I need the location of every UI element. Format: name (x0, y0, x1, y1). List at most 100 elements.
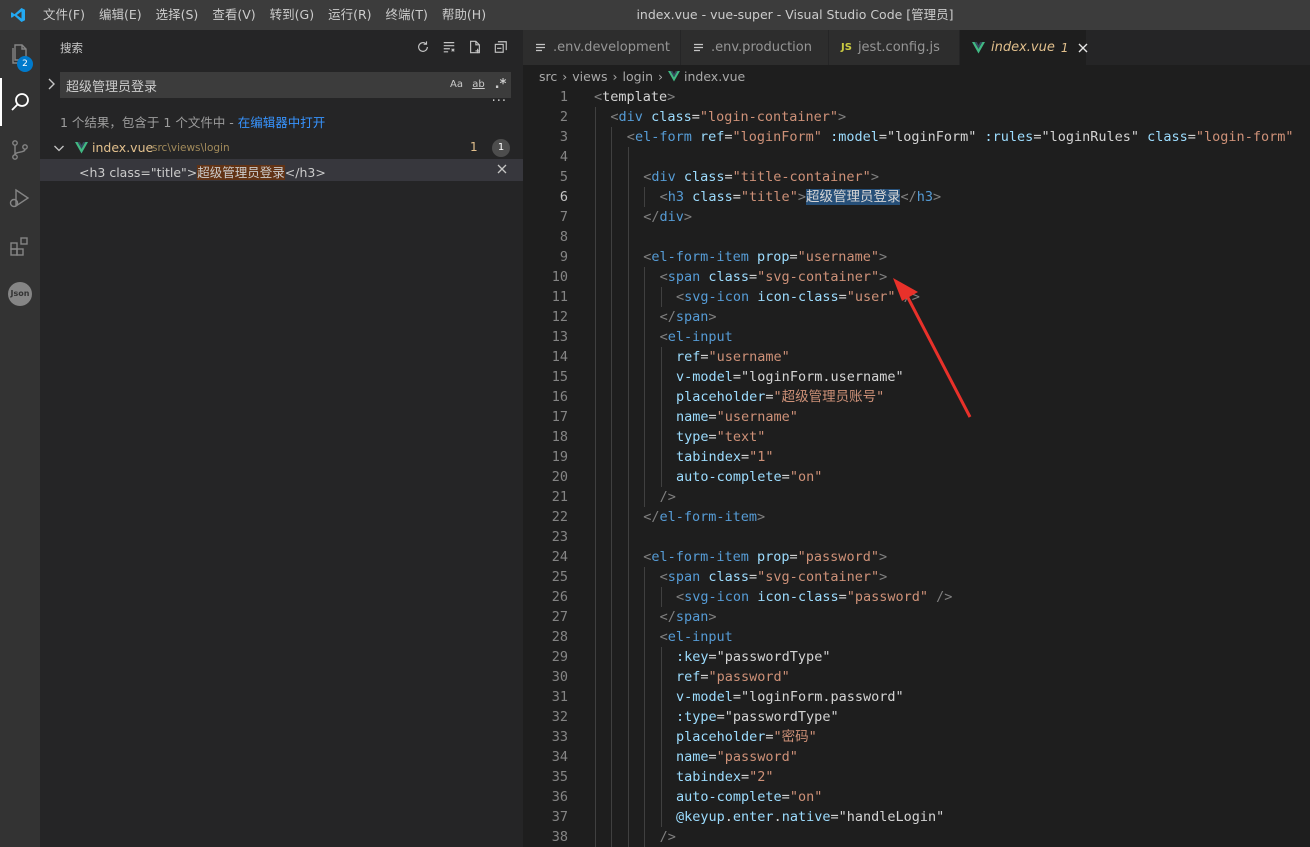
code-line[interactable]: 29:key="passwordType" (523, 647, 1310, 667)
indent-guide (644, 687, 646, 707)
breadcrumb-login[interactable]: login (623, 69, 653, 84)
code-line[interactable]: 16 placeholder="超级管理员账号" (523, 387, 1310, 407)
code-line[interactable]: 37 @keyup.enter.native="handleLogin" (523, 807, 1310, 827)
code-line[interactable]: 1 <template> (523, 87, 1310, 107)
dismiss-match-close-icon[interactable] (496, 163, 508, 179)
code-text: <div class="title-container"> (643, 169, 879, 185)
indent-guide (627, 307, 629, 327)
indent-guide (660, 787, 662, 807)
chevron-right-icon: › (658, 68, 663, 84)
code-editor[interactable]: 1 <template> 2 <div class="login-container"… (523, 87, 1310, 847)
code-line[interactable]: 30 ref="password" (523, 667, 1310, 687)
match-case-icon[interactable]: Aa (448, 76, 465, 93)
code-line[interactable]: 20 auto-complete="on" (523, 467, 1310, 487)
search-match-row[interactable]: <h3 class="title">超级管理员登录</h3> (40, 159, 523, 181)
json-icon[interactable]: Json (0, 270, 40, 318)
match-whole-word-icon[interactable]: ab (470, 76, 487, 93)
code-line[interactable]: 35 tabindex="2" (523, 767, 1310, 787)
code-line[interactable]: 10 <span class="svg-container"> (523, 267, 1310, 287)
menu-item[interactable]: 文件(F) (36, 0, 92, 30)
search-input[interactable] (60, 72, 511, 98)
code-line[interactable]: 8 (523, 227, 1310, 247)
code-line[interactable]: 23 (523, 527, 1310, 547)
code-line[interactable]: 28 <el-input (523, 627, 1310, 647)
indent-guide (660, 667, 662, 687)
code-line[interactable]: 18 type="text" (523, 427, 1310, 447)
indent-guide (595, 467, 596, 487)
code-line[interactable]: 26 <svg-icon icon-class="password" /> (523, 587, 1310, 607)
indent-guide (644, 607, 646, 627)
code-line[interactable]: 14 ref="username" (523, 347, 1310, 367)
menu-item[interactable]: 转到(G) (263, 0, 321, 30)
new-search-editor-icon[interactable] (467, 39, 483, 55)
code-line[interactable]: 4 (523, 147, 1310, 167)
breadcrumb-src[interactable]: src (539, 69, 557, 84)
code-line[interactable]: 34 name="password" (523, 747, 1310, 767)
code-line[interactable]: 12 </span> (523, 307, 1310, 327)
code-line[interactable]: 9 <el-form-item prop="username"> (523, 247, 1310, 267)
code-text: placeholder="超级管理员账号" (676, 389, 885, 405)
toggle-search-details-icon[interactable]: ··· (492, 94, 507, 109)
search-icon[interactable] (0, 78, 40, 126)
breadcrumb-views[interactable]: views (572, 69, 607, 84)
breadcrumb-file[interactable]: index.vue (684, 69, 745, 84)
code-line[interactable]: 17 name="username" (523, 407, 1310, 427)
tab-env-production[interactable]: .env.production (681, 30, 829, 65)
explorer-icon[interactable]: 2 (0, 30, 40, 78)
code-line[interactable]: 24 <el-form-item prop="password"> (523, 547, 1310, 567)
match-after: </h3> (284, 165, 326, 180)
code-line[interactable]: 3 <el-form ref="loginForm" :model="loginF… (523, 127, 1310, 147)
code-line[interactable]: 11 <svg-icon icon-class="user" /> (523, 287, 1310, 307)
code-line[interactable]: 38 /> (523, 827, 1310, 847)
code-line[interactable]: 7 </div> (523, 207, 1310, 227)
code-line[interactable]: 15 v-model="loginForm.username" (523, 367, 1310, 387)
indent-guide (611, 647, 613, 667)
indent-guide (611, 427, 613, 447)
code-line[interactable]: 36 auto-complete="on" (523, 787, 1310, 807)
source-control-icon[interactable] (0, 126, 40, 174)
code-line[interactable]: 21 /> (523, 487, 1310, 507)
toggle-replace-chevron-icon[interactable] (46, 77, 58, 91)
tab-env-development[interactable]: .env.development (523, 30, 681, 65)
menu-item[interactable]: 查看(V) (205, 0, 262, 30)
code-line[interactable]: 27 </span> (523, 607, 1310, 627)
code-line[interactable]: 22 </el-form-item> (523, 507, 1310, 527)
indent-guide (627, 547, 629, 567)
indent-guide (644, 667, 646, 687)
code-line[interactable]: 25 <span class="svg-container"> (523, 567, 1310, 587)
code-line[interactable]: 2 <div class="login-container"> (523, 107, 1310, 127)
run-debug-icon[interactable] (0, 174, 40, 222)
code-line[interactable]: 6 <h3 class="title">超级管理员登录</h3> (523, 187, 1310, 207)
menu-item[interactable]: 帮助(H) (435, 0, 493, 30)
tab-index-vue[interactable]: index.vue 1 (960, 30, 1087, 65)
code-line[interactable]: 19 tabindex="1" (523, 447, 1310, 467)
chevron-down-icon[interactable] (52, 141, 66, 159)
clear-results-icon[interactable] (441, 39, 457, 55)
code-line[interactable]: 5 <div class="title-container"> (523, 167, 1310, 187)
code-line[interactable]: 31 v-model="loginForm.password" (523, 687, 1310, 707)
menu-item[interactable]: 终端(T) (379, 0, 435, 30)
indent-guide (611, 567, 613, 587)
open-in-editor-link[interactable]: 在编辑器中打开 (238, 115, 326, 130)
tab-jest-config[interactable]: JS jest.config.js (829, 30, 960, 65)
close-tab-icon[interactable] (1077, 42, 1089, 54)
indent-guide (611, 187, 613, 207)
indent-guide (644, 467, 646, 487)
menu-item[interactable]: 编辑(E) (92, 0, 149, 30)
line-number: 34 (551, 749, 568, 765)
extensions-icon[interactable] (0, 222, 40, 270)
vscode-logo-icon (0, 0, 36, 30)
indent-guide (627, 467, 629, 487)
code-line[interactable]: 33 placeholder="密码" (523, 727, 1310, 747)
indent-guide (627, 187, 629, 207)
code-line[interactable]: 32:type="passwordType" (523, 707, 1310, 727)
menu-item[interactable]: 选择(S) (149, 0, 206, 30)
indent-guide (611, 607, 613, 627)
refresh-icon[interactable] (415, 39, 431, 55)
menu-item[interactable]: 运行(R) (321, 0, 378, 30)
code-line[interactable]: 13 <el-input (523, 327, 1310, 347)
use-regex-icon[interactable]: .* (492, 76, 509, 93)
collapse-all-icon[interactable] (493, 39, 509, 55)
indent-guide (595, 167, 596, 187)
result-file-row[interactable]: index.vue src\views\login 1 1 (40, 137, 523, 159)
